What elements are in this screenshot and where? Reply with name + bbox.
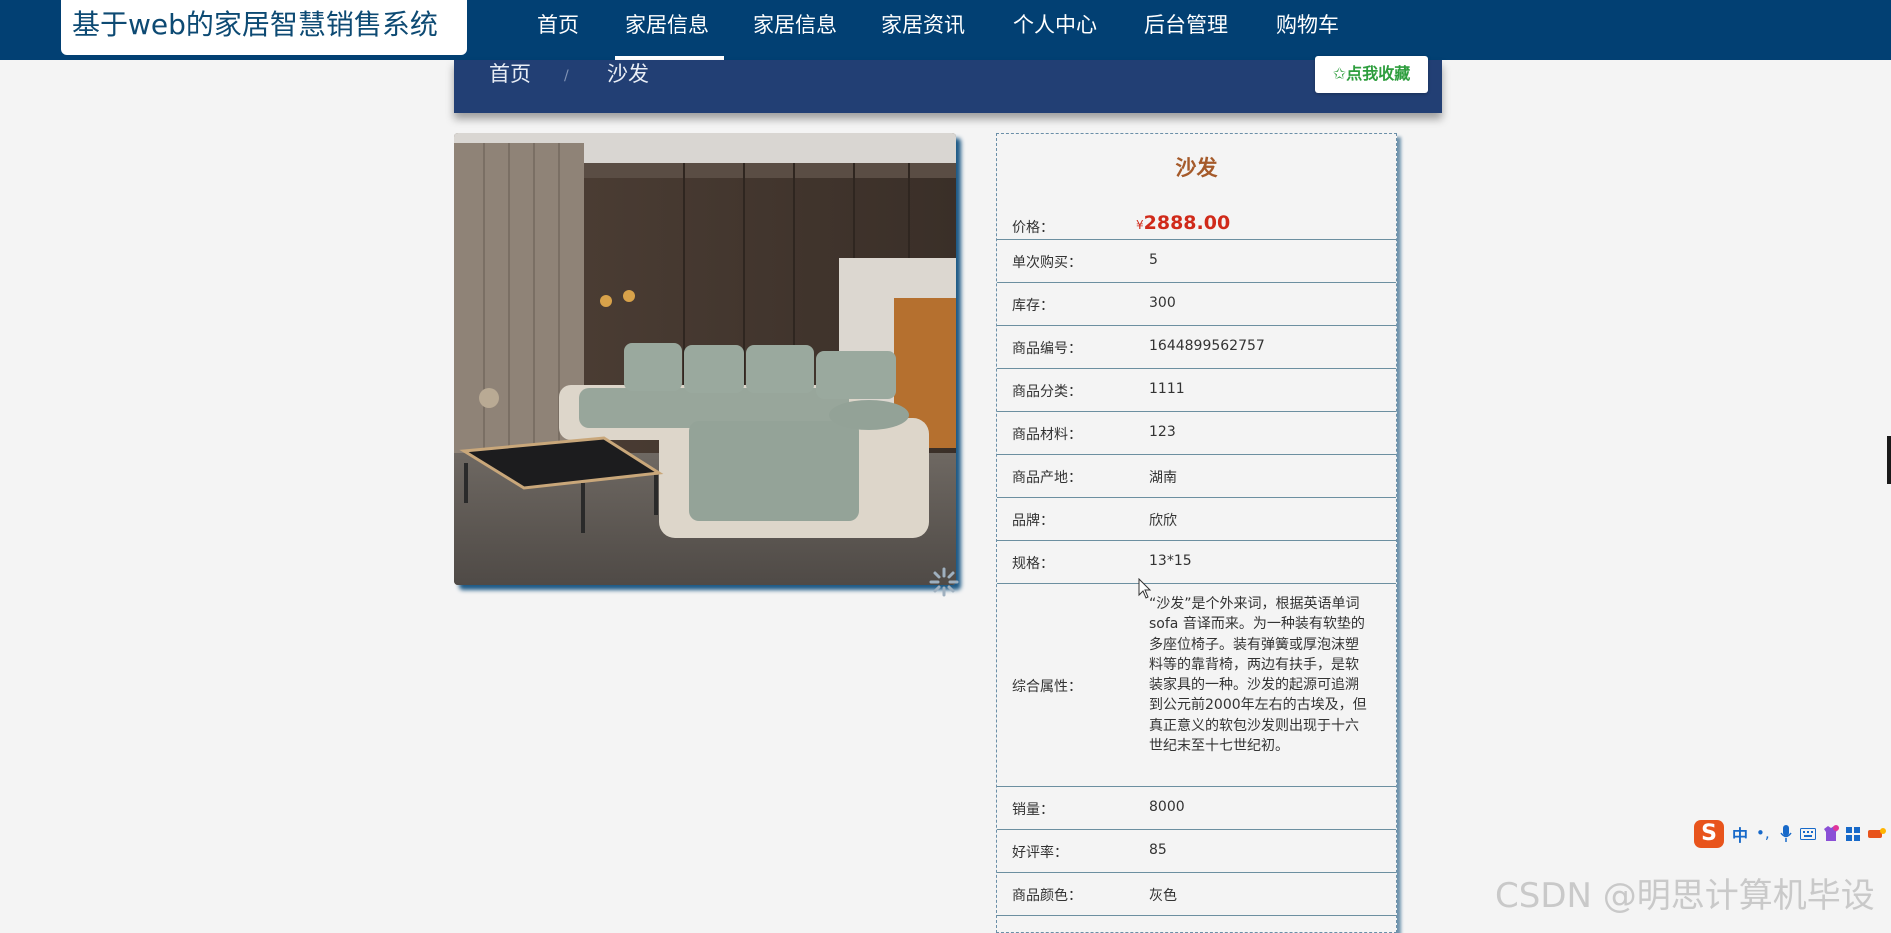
attributes-text: “沙发”是个外来词，根据英语单词sofa 音译而来。为一种装有软垫的多座位椅子。… xyxy=(1149,596,1367,755)
detail-value: 85 xyxy=(1149,842,1167,858)
detail-value: 123 xyxy=(1149,424,1176,440)
breadcrumb-separator: / xyxy=(564,68,569,84)
skin-icon[interactable] xyxy=(1822,825,1840,842)
price-amount: 2888.00 xyxy=(1143,212,1231,234)
detail-value: 灰色 xyxy=(1149,888,1177,904)
detail-row: 规格： 13*15 xyxy=(997,541,1396,584)
breadcrumb-current: 沙发 xyxy=(607,62,649,86)
detail-value: 5 xyxy=(1149,252,1158,268)
detail-label: 库存： xyxy=(1012,298,1054,314)
favorite-button[interactable]: ✩点我收藏 xyxy=(1315,56,1428,93)
detail-label: 规格： xyxy=(1012,556,1054,572)
price-label: 价格： xyxy=(1012,220,1054,236)
nav-home[interactable]: 首页 xyxy=(537,0,579,60)
more-icon[interactable] xyxy=(1868,827,1886,841)
detail-label: 销量： xyxy=(1012,802,1054,818)
detail-row: 商品产地： 湖南 xyxy=(997,455,1396,498)
detail-row: 商品材料： 123 xyxy=(997,412,1396,455)
price-row: 价格： ¥2888.00 xyxy=(997,196,1396,240)
ime-toolbar: S 中 •, xyxy=(1694,820,1891,848)
top-navbar: 基于web的家居智慧销售系统 首页 家居信息 家居信息 家居资讯 个人中心 后台… xyxy=(0,0,1891,60)
detail-row: 销量： 8000 xyxy=(997,787,1396,830)
detail-label: 单次购买： xyxy=(1012,255,1082,271)
detail-row: 商品编号： 1644899562757 xyxy=(997,326,1396,369)
currency-symbol: ¥ xyxy=(1136,218,1144,232)
detail-label: 商品编号： xyxy=(1012,341,1082,357)
nav-furniture-info[interactable]: 家居信息 xyxy=(753,0,837,60)
price-value: ¥2888.00 xyxy=(1136,212,1230,234)
detail-value: 13*15 xyxy=(1149,553,1192,569)
grid-icon[interactable] xyxy=(1846,827,1860,841)
ime-logo-icon[interactable]: S xyxy=(1694,820,1724,848)
detail-value: 300 xyxy=(1149,295,1176,311)
detail-row: 商品分类： 1111 xyxy=(997,369,1396,412)
detail-value: 欣欣 xyxy=(1149,513,1177,529)
detail-label: 商品材料： xyxy=(1012,427,1082,443)
detail-value: 湖南 xyxy=(1149,470,1177,486)
loading-spinner-icon xyxy=(929,567,959,597)
nav-personal-center[interactable]: 个人中心 xyxy=(1013,0,1097,60)
detail-row: 品牌： 欣欣 xyxy=(997,498,1396,541)
product-detail-panel: 沙发 价格： ¥2888.00 单次购买： 5 库存： 300 商品编号： 16… xyxy=(996,133,1397,933)
dot-comma-icon[interactable]: •, xyxy=(1756,824,1770,842)
detail-row: 单次购买： 5 xyxy=(997,240,1396,283)
detail-value: 8000 xyxy=(1149,799,1185,815)
mouse-cursor-icon xyxy=(1138,578,1152,599)
product-image xyxy=(454,133,956,585)
nav-furniture-info-active[interactable]: 家居信息 xyxy=(625,0,709,60)
microphone-icon[interactable] xyxy=(1780,825,1792,843)
breadcrumb-home[interactable]: 首页 xyxy=(489,61,531,88)
side-scroll-tab[interactable] xyxy=(1887,436,1891,484)
detail-row: 库存： 300 xyxy=(997,283,1396,326)
detail-label: 品牌： xyxy=(1012,513,1054,529)
detail-value: 1111 xyxy=(1149,381,1185,397)
detail-label: 商品分类： xyxy=(1012,384,1082,400)
nav-cart[interactable]: 购物车 xyxy=(1276,0,1339,60)
site-title[interactable]: 基于web的家居智慧销售系统 xyxy=(61,0,467,55)
attributes-label: 综合属性： xyxy=(1012,679,1082,695)
nav-furniture-news[interactable]: 家居资讯 xyxy=(881,0,965,60)
attributes-row: 综合属性： “沙发”是个外来词，根据英语单词sofa 音译而来。为一种装有软垫的… xyxy=(997,584,1396,787)
watermark: CSDN @明思计算机毕设 xyxy=(1495,876,1875,916)
detail-label: 商品颜色： xyxy=(1012,888,1082,904)
breadcrumb: 首页 / 沙发 xyxy=(454,60,1442,113)
detail-value: 1644899562757 xyxy=(1149,338,1265,354)
product-name: 沙发 xyxy=(1175,156,1218,180)
ime-language-toggle[interactable]: 中 xyxy=(1732,822,1748,846)
keyboard-icon[interactable] xyxy=(1800,828,1816,840)
detail-label: 商品产地： xyxy=(1012,470,1082,486)
detail-row: 好评率： 85 xyxy=(997,830,1396,873)
detail-row: 商品颜色： 灰色 xyxy=(997,873,1396,916)
nav-admin[interactable]: 后台管理 xyxy=(1144,0,1228,60)
detail-label: 好评率： xyxy=(1012,845,1068,861)
